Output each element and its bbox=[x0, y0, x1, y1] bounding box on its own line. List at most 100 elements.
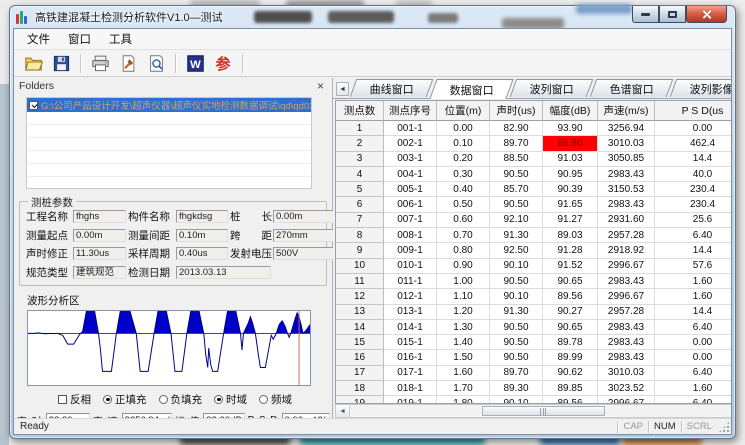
scroll-left-icon[interactable]: ◄ bbox=[336, 405, 350, 417]
list-row bbox=[27, 125, 311, 138]
table-cell: 2996.67 bbox=[598, 289, 655, 304]
table-row[interactable]: 17017-11.6089.7090.623010.036.40 bbox=[336, 366, 732, 381]
table-row[interactable]: 9009-10.8092.5091.282918.9214.4 bbox=[336, 243, 732, 258]
param-value[interactable]: 11.30us bbox=[73, 247, 126, 260]
table-cell: 004-1 bbox=[384, 167, 437, 182]
tab-scroll-left-icon[interactable]: ◄ bbox=[336, 82, 349, 96]
param-value[interactable]: fhghs bbox=[73, 210, 126, 223]
param-value[interactable]: 270mm bbox=[273, 229, 334, 242]
table-cell: 010-1 bbox=[384, 259, 437, 274]
tab-item[interactable]: 波列窗口 bbox=[510, 79, 594, 97]
desktop: 高铁建混凝土检测分析软件V1.0—测试 文件窗口工具 bbox=[0, 0, 745, 445]
menu-item[interactable]: 窗口 bbox=[59, 29, 100, 49]
table-row[interactable]: 10010-10.9090.1091.522996.6757.6 bbox=[336, 259, 732, 274]
param-value[interactable]: fhgkdsg bbox=[176, 210, 228, 223]
window-controls bbox=[632, 6, 727, 23]
table-cell: 011-1 bbox=[384, 274, 437, 289]
table-row[interactable]: 4004-10.3090.5090.952983.4340.0 bbox=[336, 167, 732, 182]
time-domain-radio[interactable]: 时域 bbox=[214, 392, 247, 407]
print-preview-button[interactable] bbox=[143, 52, 169, 75]
invert-label: 反相 bbox=[70, 392, 91, 407]
table-row[interactable]: 5005-10.4085.7090.393150.53230.4 bbox=[336, 182, 732, 197]
tab-active[interactable]: 数据窗口 bbox=[429, 79, 513, 99]
print-button[interactable] bbox=[87, 52, 113, 75]
table-row[interactable]: 15015-11.4090.5089.782983.430.00 bbox=[336, 335, 732, 350]
table-row[interactable]: 16016-11.5090.5089.992983.430.00 bbox=[336, 350, 732, 365]
param-value[interactable]: 0.10m bbox=[176, 229, 228, 242]
tab-item[interactable]: 曲线窗口 bbox=[350, 79, 434, 97]
table-cell: 6.40 bbox=[655, 366, 732, 381]
resize-grip[interactable] bbox=[718, 421, 730, 433]
tab-item[interactable]: 色谱窗口 bbox=[590, 79, 674, 97]
table-cell: 0.60 bbox=[437, 213, 490, 228]
table-row[interactable]: 8008-10.7091.3089.032957.286.40 bbox=[336, 228, 732, 243]
table-cell: 3256.94 bbox=[598, 121, 655, 136]
app-window: 高铁建混凝土检测分析软件V1.0—测试 文件窗口工具 bbox=[9, 5, 736, 439]
panel-close-icon[interactable]: × bbox=[314, 81, 327, 91]
table-cell: 40.0 bbox=[655, 167, 732, 182]
menu-item[interactable]: 文件 bbox=[18, 29, 59, 49]
table-cell: 0.00 bbox=[655, 121, 732, 136]
table-row[interactable]: 13013-11.2091.3090.272957.2814.4 bbox=[336, 305, 732, 320]
param-value[interactable]: 500V bbox=[273, 247, 334, 260]
reference-button[interactable]: 参 bbox=[210, 52, 236, 75]
window-title: 高铁建混凝土检测分析软件V1.0—测试 bbox=[35, 9, 223, 25]
table-cell: 90.65 bbox=[543, 274, 598, 289]
table-cell: 3010.03 bbox=[598, 366, 655, 381]
close-icon bbox=[701, 9, 712, 20]
column-header: 幅度(dB) bbox=[543, 101, 598, 121]
frequency-domain-radio[interactable]: 频域 bbox=[259, 392, 292, 407]
horizontal-scrollbar[interactable]: ◄ ► bbox=[335, 404, 732, 418]
table-cell: 009-1 bbox=[384, 243, 437, 258]
param-value[interactable]: 2013.03.13 bbox=[176, 266, 271, 279]
invert-checkbox[interactable]: 反相 bbox=[58, 392, 91, 407]
title-bar[interactable]: 高铁建混凝土检测分析软件V1.0—测试 bbox=[10, 6, 735, 28]
table-cell: 90.50 bbox=[490, 167, 543, 182]
data-panel: ◄ 曲线窗口数据窗口波列窗口色谱窗口波列影像 ► 测点数测点序号位置(m)声时(… bbox=[333, 78, 732, 418]
column-header: 声速(m/s) bbox=[598, 101, 655, 121]
param-value[interactable]: 0.00m bbox=[73, 229, 126, 242]
table-cell: 2996.67 bbox=[598, 396, 655, 404]
menu-item[interactable]: 工具 bbox=[100, 29, 141, 49]
table-row[interactable]: 12012-11.1090.1089.562996.671.60 bbox=[336, 289, 732, 304]
horizontal-scroll-thumb[interactable] bbox=[482, 406, 606, 416]
table-cell: 0.90 bbox=[437, 259, 490, 274]
tab-label: 波列窗口 bbox=[529, 81, 573, 97]
save-button[interactable] bbox=[48, 52, 74, 75]
folder-open-icon bbox=[24, 54, 43, 73]
close-button[interactable] bbox=[686, 6, 727, 23]
folder-item[interactable]: G:\公司产品设计开发\超声仪器\超声仪实地检测数据调试\qd\qd03\qd0… bbox=[27, 98, 311, 112]
waveform-controls: 反相 正填充 负填充 时域 bbox=[58, 392, 332, 407]
checkbox-icon[interactable] bbox=[29, 101, 38, 110]
table-cell: 1.60 bbox=[655, 289, 732, 304]
table-row[interactable]: 2002-10.1089.7086.803010.03462.4 bbox=[336, 136, 732, 151]
word-export-button[interactable]: W bbox=[182, 52, 208, 75]
folder-list[interactable]: G:\公司产品设计开发\超声仪器\超声仪实地检测数据调试\qd\qd03\qd0… bbox=[26, 97, 312, 189]
positive-fill-radio[interactable]: 正填充 bbox=[103, 392, 147, 407]
table-row[interactable]: 14014-11.3090.5090.652983.436.40 bbox=[336, 320, 732, 335]
table-row[interactable]: 3003-10.2088.5091.033050.8514.4 bbox=[336, 152, 732, 167]
param-value[interactable]: 建筑规范 bbox=[73, 266, 126, 279]
table-row[interactable]: 1001-10.0082.9093.903256.940.00 bbox=[336, 121, 732, 136]
table-cell: 17 bbox=[336, 366, 384, 381]
table-row[interactable]: 19019-11.8090.1089.562996.676.40 bbox=[336, 396, 732, 404]
table-row[interactable]: 6006-10.5090.5091.652983.43230.4 bbox=[336, 197, 732, 212]
param-value[interactable]: 0.00m bbox=[273, 210, 334, 223]
table-cell: 4 bbox=[336, 167, 384, 182]
minimize-button[interactable] bbox=[632, 6, 659, 23]
negative-fill-radio[interactable]: 负填充 bbox=[159, 392, 203, 407]
table-row[interactable]: 11011-11.0090.5090.652983.431.60 bbox=[336, 274, 732, 289]
maximize-button[interactable] bbox=[659, 6, 686, 23]
waveform-chart[interactable] bbox=[27, 310, 311, 386]
horizontal-scroll-track[interactable] bbox=[350, 405, 732, 417]
table-row[interactable]: 7007-10.6092.1091.272931.6025.6 bbox=[336, 213, 732, 228]
param-value[interactable]: 0.40us bbox=[176, 247, 228, 260]
tab-item[interactable]: 波列影像 bbox=[670, 79, 732, 97]
table-row[interactable]: 18018-11.7089.3089.853023.521.60 bbox=[336, 381, 732, 396]
column-header: 位置(m) bbox=[437, 101, 490, 121]
table-cell: 91.52 bbox=[543, 259, 598, 274]
printer-icon bbox=[91, 54, 110, 73]
table-cell: 019-1 bbox=[384, 396, 437, 404]
open-file-button[interactable] bbox=[20, 52, 46, 75]
export-tool-button[interactable] bbox=[115, 52, 141, 75]
